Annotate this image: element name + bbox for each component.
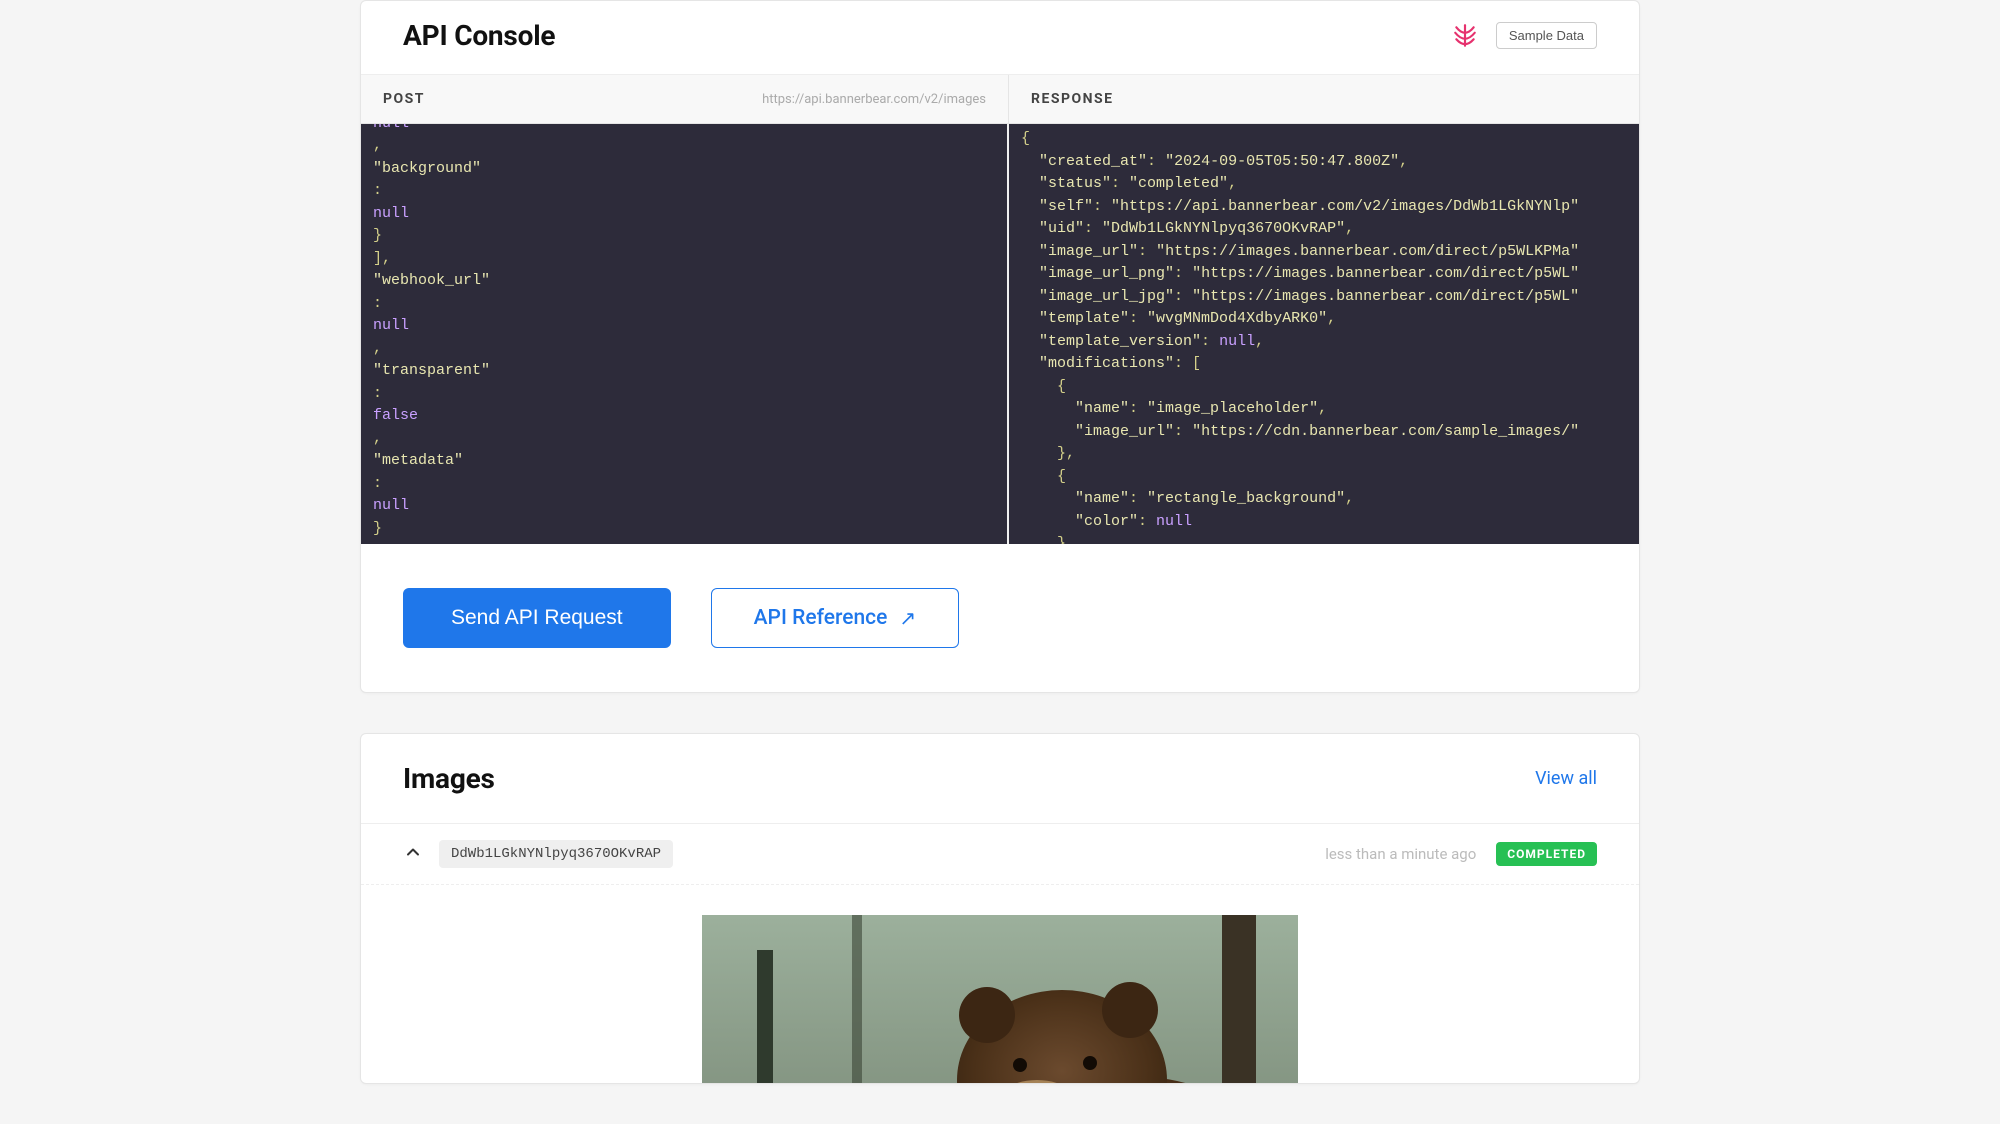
api-console-title: API Console — [403, 19, 555, 52]
response-label: RESPONSE — [1031, 91, 1114, 107]
api-console-actions: Send API Request API Reference ↗ — [361, 544, 1639, 692]
api-console-subheader-post: POST https://api.bannerbear.com/v2/image… — [361, 75, 1009, 123]
images-card: Images View all DdWb1LGkNYNlpyq3670OKvRA… — [360, 733, 1640, 1084]
api-reference-label: API Reference — [754, 606, 888, 630]
images-title: Images — [403, 762, 495, 795]
image-row: DdWb1LGkNYNlpyq3670OKvRAP less than a mi… — [361, 824, 1639, 885]
sample-data-button[interactable]: Sample Data — [1496, 22, 1597, 49]
images-header: Images View all — [361, 734, 1639, 824]
image-row-right: less than a minute ago COMPLETED — [1325, 842, 1597, 866]
image-preview — [361, 885, 1639, 1083]
image-row-left: DdWb1LGkNYNlpyq3670OKvRAP — [403, 840, 673, 868]
api-console-subheader-response: RESPONSE — [1009, 75, 1639, 123]
request-body-editor[interactable]: "name": "separators1", "color": null }, … — [361, 124, 1009, 544]
image-uid-chip[interactable]: DdWb1LGkNYNlpyq3670OKvRAP — [439, 840, 673, 868]
api-console-subheader: POST https://api.bannerbear.com/v2/image… — [361, 75, 1639, 124]
status-badge-completed: COMPLETED — [1496, 842, 1597, 866]
image-time-ago: less than a minute ago — [1325, 845, 1476, 863]
post-label: POST — [383, 91, 425, 107]
response-body-viewer[interactable]: { "created_at": "2024-09-05T05:50:47.800… — [1009, 124, 1639, 544]
image-preview-box[interactable] — [702, 915, 1298, 1083]
api-console-header-right: Sample Data — [1452, 22, 1597, 49]
send-api-request-button[interactable]: Send API Request — [403, 588, 671, 648]
external-arrow-icon: ↗ — [899, 606, 916, 630]
view-all-link[interactable]: View all — [1535, 768, 1597, 789]
bannerbear-logo-icon — [1452, 23, 1478, 49]
api-reference-link[interactable]: API Reference ↗ — [711, 588, 960, 648]
api-console-card: API Console Sample Data PO — [360, 0, 1640, 693]
api-console-header: API Console Sample Data — [361, 1, 1639, 75]
code-panes: "name": "separators1", "color": null }, … — [361, 124, 1639, 544]
api-url: https://api.bannerbear.com/v2/images — [762, 92, 986, 107]
chevron-up-icon[interactable] — [403, 842, 423, 866]
